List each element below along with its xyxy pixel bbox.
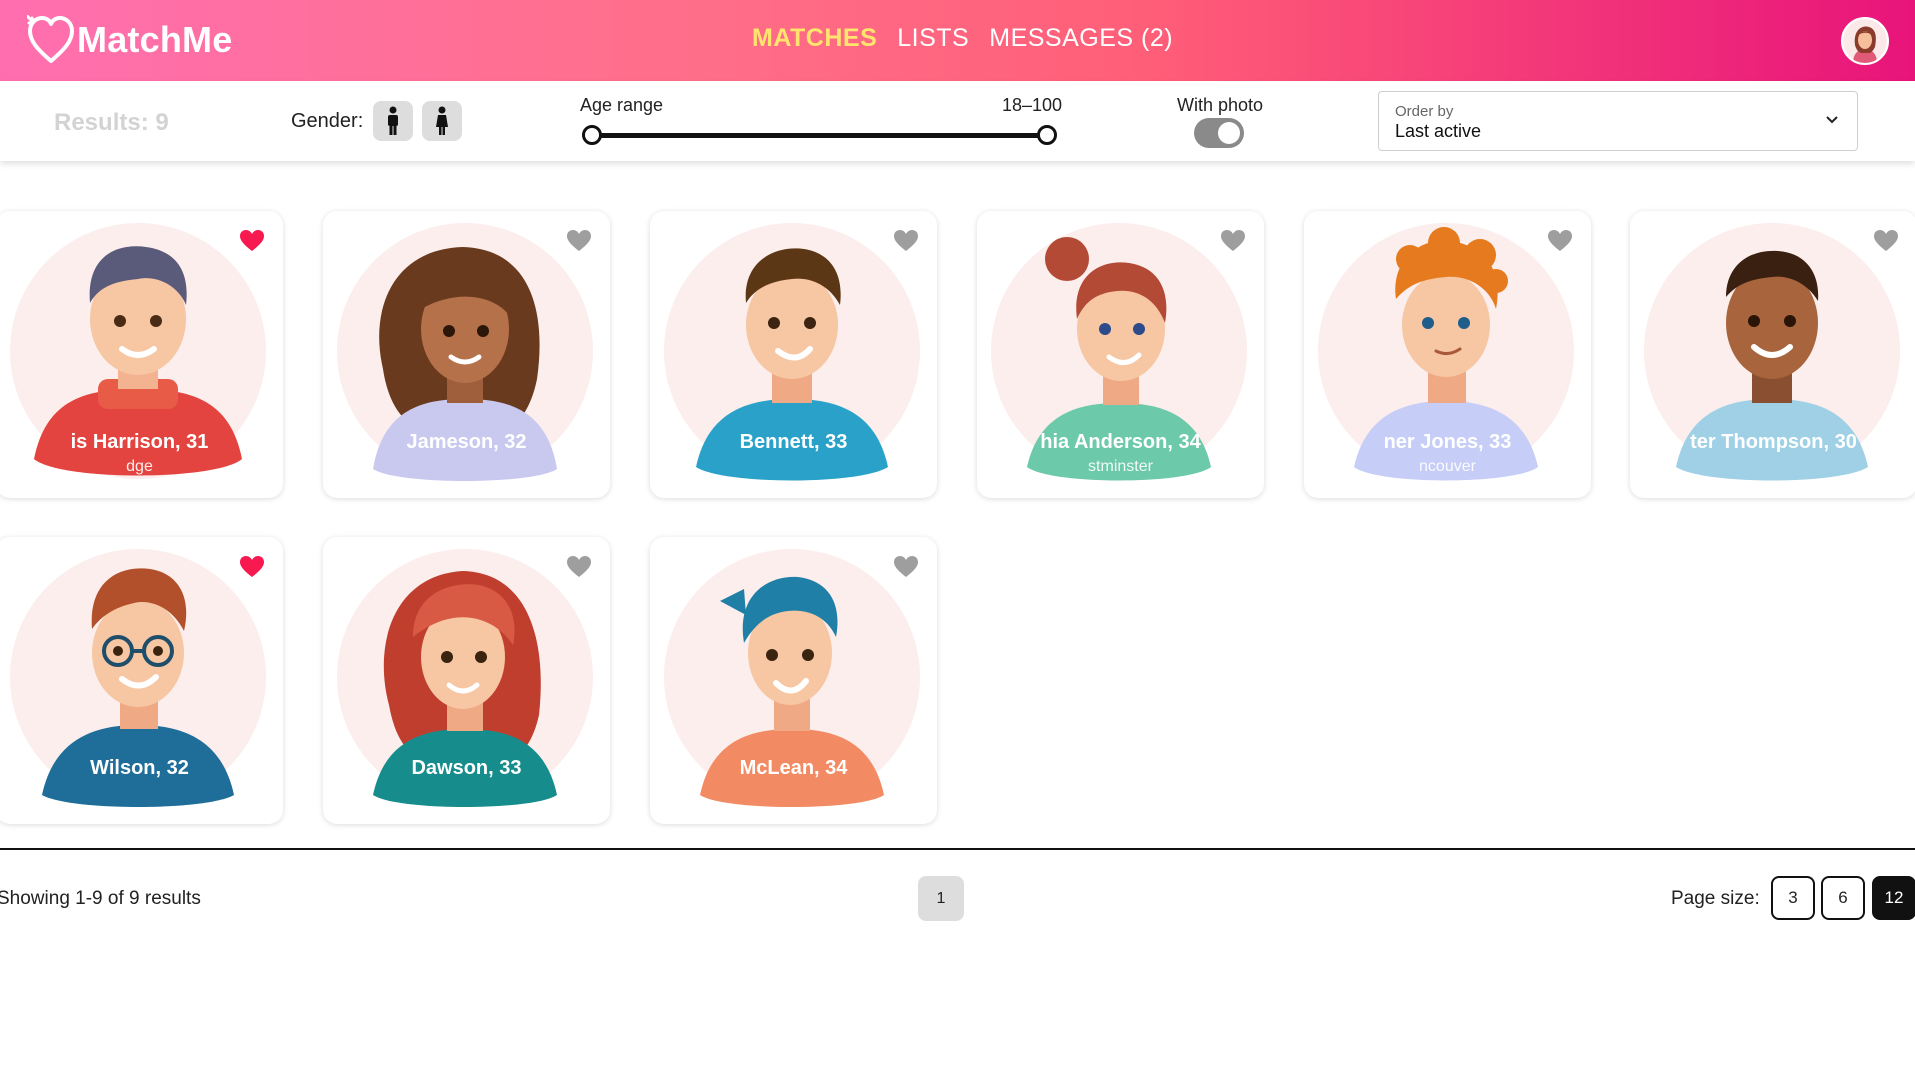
match-card[interactable]: hia Anderson, 34 stminster [977,211,1264,498]
match-card[interactable]: ner Jones, 33 ncouver [1304,211,1591,498]
user-avatar[interactable] [1841,17,1889,65]
age-range-label: Age range [580,95,664,115]
favorite-heart-icon[interactable] [1873,229,1899,253]
results-count: Results: 9 [54,109,169,136]
card-name: McLean, 34 [739,757,848,779]
card-city: stminster [1088,458,1153,475]
gender-male-button[interactable] [373,101,413,141]
order-by-value: Last active [1395,121,1482,141]
gender-label: Gender: [291,110,364,132]
nav-messages[interactable]: MESSAGES (2) [989,24,1173,53]
favorite-heart-icon[interactable] [893,229,919,253]
page-size-3-button[interactable]: 3 [1771,876,1815,920]
match-card[interactable]: Wilson, 32 [0,537,283,824]
match-card[interactable]: Dawson, 33 [323,537,610,824]
favorite-heart-icon[interactable] [566,555,592,579]
age-min-handle[interactable] [582,125,602,145]
card-name: is Harrison, 31 [70,431,209,453]
gender-female-button[interactable] [422,101,462,141]
nav-lists[interactable]: LISTS [897,24,969,53]
page-button-1[interactable]: 1 [918,876,964,921]
chevron-down-icon [1826,116,1838,124]
favorite-heart-icon[interactable] [1220,229,1246,253]
male-icon [388,106,398,135]
with-photo-label: With photo [1177,95,1264,115]
match-card[interactable]: ter Thompson, 30 [1630,211,1915,498]
match-card[interactable]: Bennett, 33 [650,211,937,498]
user-avatar-image [1843,19,1887,63]
card-city: ncouver [1419,458,1476,475]
favorite-heart-icon[interactable] [1547,229,1573,253]
card-name: ner Jones, 33 [1383,431,1512,453]
card-name: hia Anderson, 34 [1040,431,1201,453]
app-name: MatchMe [77,19,233,60]
page-size-6-button[interactable]: 6 [1821,876,1865,920]
match-card[interactable]: McLean, 34 [650,537,937,824]
page-size-12-button[interactable]: 12 [1872,876,1915,920]
card-name: Dawson, 33 [411,757,522,779]
card-name: ter Thompson, 30 [1690,431,1857,453]
showing-results-text: Showing 1-9 of 9 results [0,888,201,909]
logo[interactable]: MatchMe [27,14,232,66]
nav-matches[interactable]: MATCHES [752,24,877,53]
order-by-label: Order by [1395,103,1454,120]
female-icon [436,106,448,135]
favorite-heart-icon[interactable] [566,229,592,253]
card-name: Bennett, 33 [739,431,848,453]
age-range-value: 18–100 [1002,95,1063,115]
age-max-handle[interactable] [1037,125,1057,145]
card-name: Jameson, 32 [406,431,527,453]
age-range-slider[interactable] [592,133,1047,138]
with-photo-toggle[interactable] [1194,118,1244,148]
match-card[interactable]: is Harrison, 31 dge [0,211,283,498]
match-card[interactable]: Jameson, 32 [323,211,610,498]
favorite-heart-icon[interactable] [239,555,265,579]
card-name: Wilson, 32 [90,757,189,779]
order-by-select[interactable]: Order by Last active [1378,91,1858,151]
toggle-knob [1218,122,1240,144]
heart-logo-icon [27,15,74,63]
main-nav: MATCHES LISTS MESSAGES (2) [752,24,1173,53]
card-city: dge [126,458,153,475]
page-size-label: Page size: [1671,888,1760,909]
footer-divider [0,848,1915,850]
favorite-heart-icon[interactable] [893,555,919,579]
top-header: MatchMe MATCHES LISTS MESSAGES (2) [0,0,1915,81]
favorite-heart-icon[interactable] [239,229,265,253]
